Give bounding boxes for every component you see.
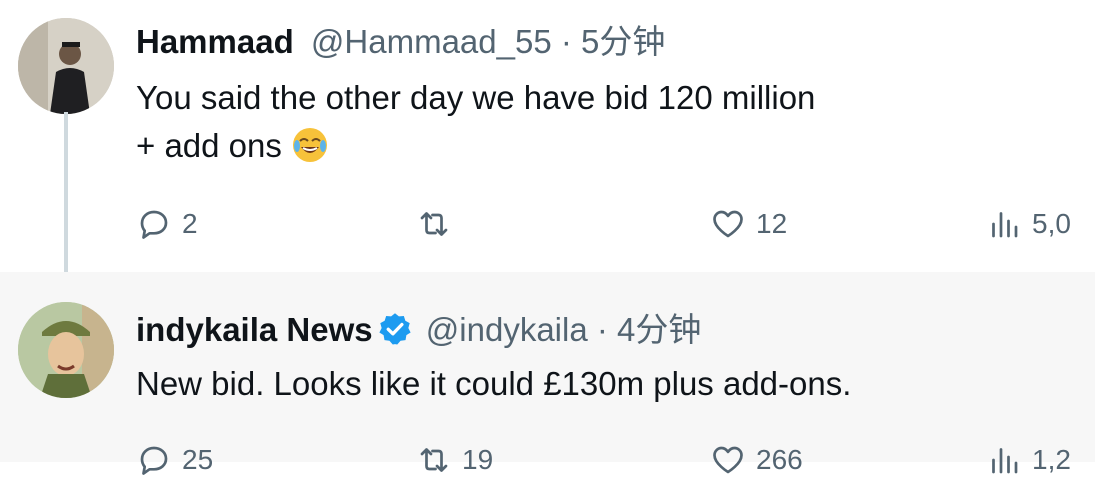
views-button[interactable]: 5,0 (986, 200, 1071, 248)
tweet-text-line-1: You said the other day we have bid 120 m… (136, 79, 816, 116)
author-handle[interactable]: @indykaila (426, 311, 588, 348)
tweet-text: You said the other day we have bid 120 m… (136, 74, 815, 170)
timestamp[interactable]: 4分钟 (617, 311, 701, 348)
separator-dot: · (587, 311, 618, 348)
reply-icon (140, 210, 168, 239)
reply-icon (140, 446, 168, 475)
views-button[interactable]: 1,2 (986, 436, 1071, 484)
separator-dot: · (551, 23, 582, 60)
retweet-count: 19 (462, 444, 494, 475)
reply-button[interactable]: 25 (136, 436, 213, 484)
verified-badge-icon (377, 311, 413, 347)
retweet-button[interactable]: 19 (416, 436, 493, 484)
author-handle[interactable]: @Hammaad_55 (311, 23, 552, 60)
thread-connector-line (64, 112, 68, 292)
reply-count: 25 (182, 444, 214, 475)
retweet-button[interactable] (416, 200, 452, 248)
views-chart-icon (992, 448, 1018, 474)
views-chart-icon (992, 212, 1018, 238)
like-count: 266 (756, 444, 803, 475)
author-name[interactable]: Hammaad (136, 23, 294, 60)
tweet-header: indykaila News @indykaila · 4分钟 (136, 310, 701, 350)
views-count: 5,0 (1032, 208, 1071, 239)
author-name[interactable]: indykaila News (136, 311, 373, 348)
tweet-actions: 2 12 5,0 (136, 200, 1095, 248)
retweet-icon (420, 448, 448, 472)
tweet-hammaad[interactable]: Hammaad @Hammaad_55 · 5分钟 You said the o… (0, 0, 1095, 292)
avatar-indykaila[interactable] (18, 302, 114, 398)
tweet-text: New bid. Looks like it could £130m plus … (136, 360, 851, 408)
tweet-header: Hammaad @Hammaad_55 · 5分钟 (136, 22, 665, 62)
reply-count: 2 (182, 208, 198, 239)
views-count: 1,2 (1032, 444, 1071, 475)
like-button[interactable]: 12 (710, 200, 787, 248)
tweet-text-line-2: + add ons (136, 122, 815, 170)
timestamp[interactable]: 5分钟 (581, 23, 665, 60)
tweet-actions: 25 19 266 1,2 (136, 436, 1095, 484)
retweet-icon (420, 212, 448, 236)
like-button[interactable]: 266 (710, 436, 803, 484)
avatar-hammaad[interactable] (18, 18, 114, 114)
heart-icon (713, 446, 743, 474)
tweet-text-line-2-text: + add ons (136, 127, 282, 164)
heart-icon (713, 210, 743, 238)
face-with-tears-of-joy-icon (290, 125, 330, 165)
tweet-text-line-1: New bid. Looks like it could £130m plus … (136, 365, 852, 402)
like-count: 12 (756, 208, 788, 239)
reply-button[interactable]: 2 (136, 200, 198, 248)
